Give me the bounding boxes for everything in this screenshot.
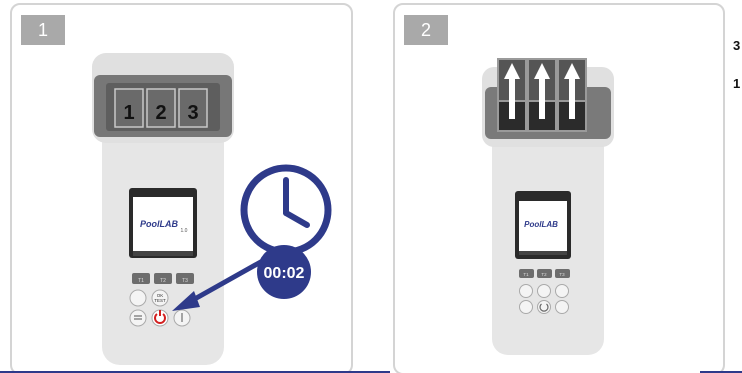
instruction-graphic: 1 1 2 3 PoolLAB 1.0 T1 T2 T3 OK TEST 00:… xyxy=(0,0,742,373)
list-button-2[interactable] xyxy=(519,300,533,314)
screen-logo: PoolLAB xyxy=(140,219,178,229)
menu-button[interactable] xyxy=(129,289,147,307)
side-text-2: 1 xyxy=(733,76,741,91)
light-button-2[interactable] xyxy=(555,300,569,314)
round-button-1[interactable] xyxy=(519,284,533,298)
round-button-2[interactable] xyxy=(537,284,551,298)
screen-logo-suffix: 1.0 xyxy=(181,228,188,234)
cell-label-2: 2 xyxy=(155,102,166,124)
key-t1-label: T1 xyxy=(138,278,144,284)
key-t1-2-label: T1 xyxy=(523,272,529,277)
cell-label-3: 3 xyxy=(187,102,198,124)
timer-text: 00:02 xyxy=(264,265,305,282)
cell-label-1: 1 xyxy=(123,102,134,124)
side-text-1: 3 xyxy=(733,38,741,53)
test-label: TEST xyxy=(154,298,166,303)
key-t2-label: T2 xyxy=(160,278,166,284)
key-t2-2-label: T2 xyxy=(541,272,547,277)
step-1-illustration: 1 2 3 PoolLAB 1.0 T1 T2 T3 OK TEST 00:02 xyxy=(92,53,332,365)
key-t3-label: T3 xyxy=(182,278,188,284)
step-1-panel: 1 1 2 3 PoolLAB 1.0 T1 T2 T3 OK TEST 00:… xyxy=(10,3,353,373)
round-button-3[interactable] xyxy=(555,284,569,298)
list-button[interactable] xyxy=(129,309,147,327)
step-2-panel: 2 PoolLAB T1 T2 T3 xyxy=(393,3,725,373)
step-2-illustration: PoolLAB T1 T2 T3 xyxy=(482,58,614,355)
key-t3-2-label: T3 xyxy=(559,272,565,277)
screen-logo-2: PoolLAB xyxy=(524,220,558,229)
